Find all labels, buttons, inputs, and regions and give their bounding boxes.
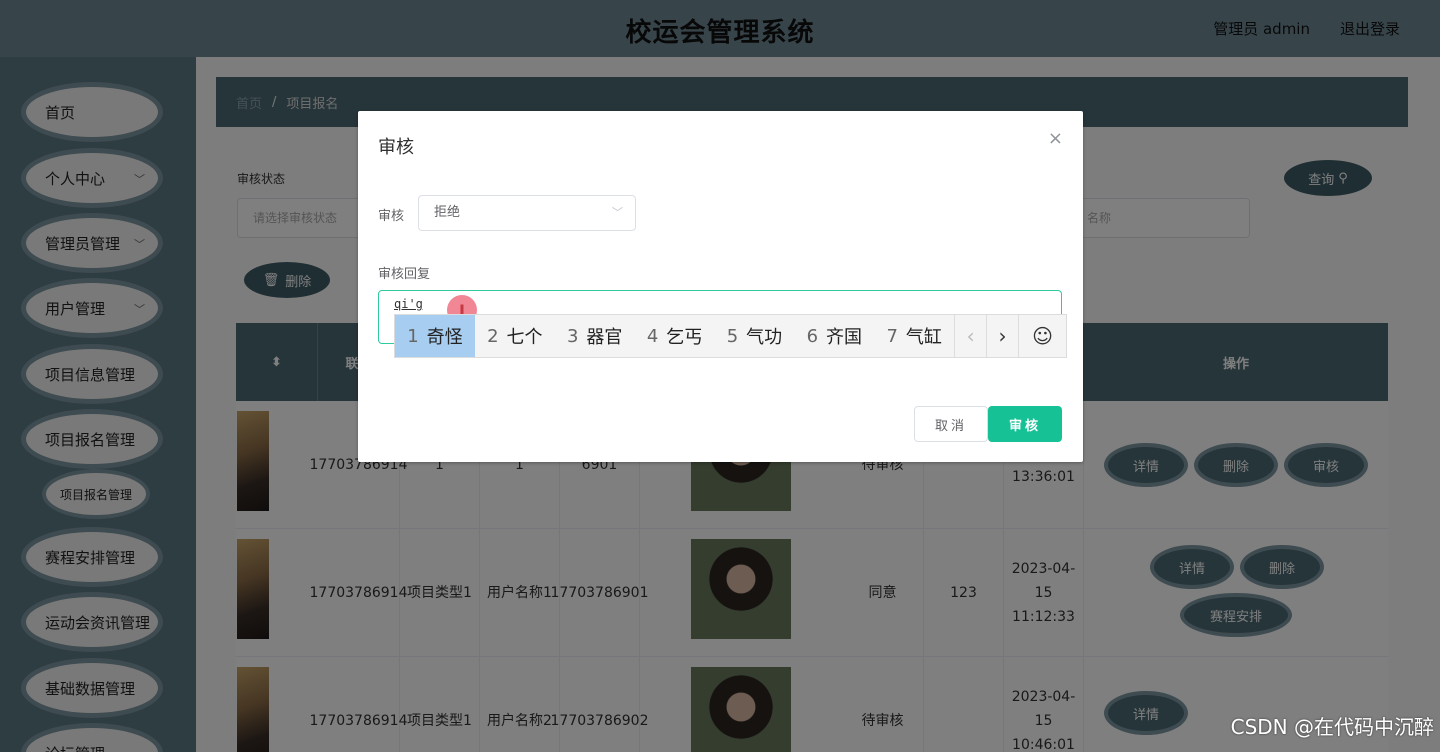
- ime-candidate[interactable]: 2 七个: [475, 315, 555, 357]
- ime-composition-text: qi'g: [394, 297, 423, 311]
- ime-candidate[interactable]: 7 气缸: [874, 315, 954, 357]
- ime-candidate[interactable]: 3 器官: [555, 315, 635, 357]
- ime-candidate-text: 奇怪: [426, 327, 463, 348]
- ime-next-page-icon[interactable]: ›: [986, 315, 1018, 357]
- watermark: CSDN @在代码中沉醉: [1230, 715, 1434, 739]
- ime-candidate-text: 器官: [586, 327, 623, 348]
- ime-candidate[interactable]: 1 奇怪: [395, 315, 475, 357]
- cancel-button[interactable]: 取消: [914, 406, 988, 442]
- ime-candidate-text: 七个: [506, 327, 543, 348]
- ime-candidate-number: 3: [566, 325, 579, 347]
- ime-candidate-number: 1: [407, 325, 419, 347]
- ime-candidate-number: 5: [726, 325, 739, 347]
- ime-candidate-text: 乞丐: [666, 327, 703, 348]
- close-icon[interactable]: ×: [1048, 128, 1063, 149]
- audit-select[interactable]: 拒绝 ﹀: [418, 195, 636, 231]
- ime-candidate-number: 6: [806, 325, 819, 347]
- audit-label: 审核: [378, 209, 405, 224]
- audit-dialog: 审核 × 审核 拒绝 ﹀ 审核回复 qi'g 取消 审核: [358, 111, 1083, 462]
- reply-label: 审核回复: [378, 267, 431, 282]
- ime-candidate[interactable]: 5 气功: [715, 315, 795, 357]
- ime-candidate-bar: 1 奇怪 2 七个 3 器官 4 乞丐 5 气功 6 齐国 7 气缸 ‹ › ☺: [394, 314, 1067, 358]
- emoji-icon[interactable]: ☺: [1018, 315, 1066, 357]
- ime-candidate-number: 2: [487, 325, 499, 347]
- ime-candidate-number: 4: [646, 325, 659, 347]
- audit-select-value: 拒绝: [434, 205, 461, 220]
- ime-candidate[interactable]: 6 齐国: [794, 315, 874, 357]
- dialog-title: 审核: [378, 137, 414, 158]
- ime-candidate-text: 气缸: [905, 327, 942, 348]
- ime-candidate[interactable]: 4 乞丐: [635, 315, 715, 357]
- chevron-down-icon: ﹀: [612, 206, 623, 219]
- ime-prev-page-icon[interactable]: ‹: [954, 315, 986, 357]
- confirm-audit-button[interactable]: 审核: [988, 406, 1062, 442]
- ime-candidate-text: 气功: [746, 327, 783, 348]
- ime-candidate-number: 7: [886, 325, 898, 347]
- ime-candidate-text: 齐国: [826, 327, 863, 348]
